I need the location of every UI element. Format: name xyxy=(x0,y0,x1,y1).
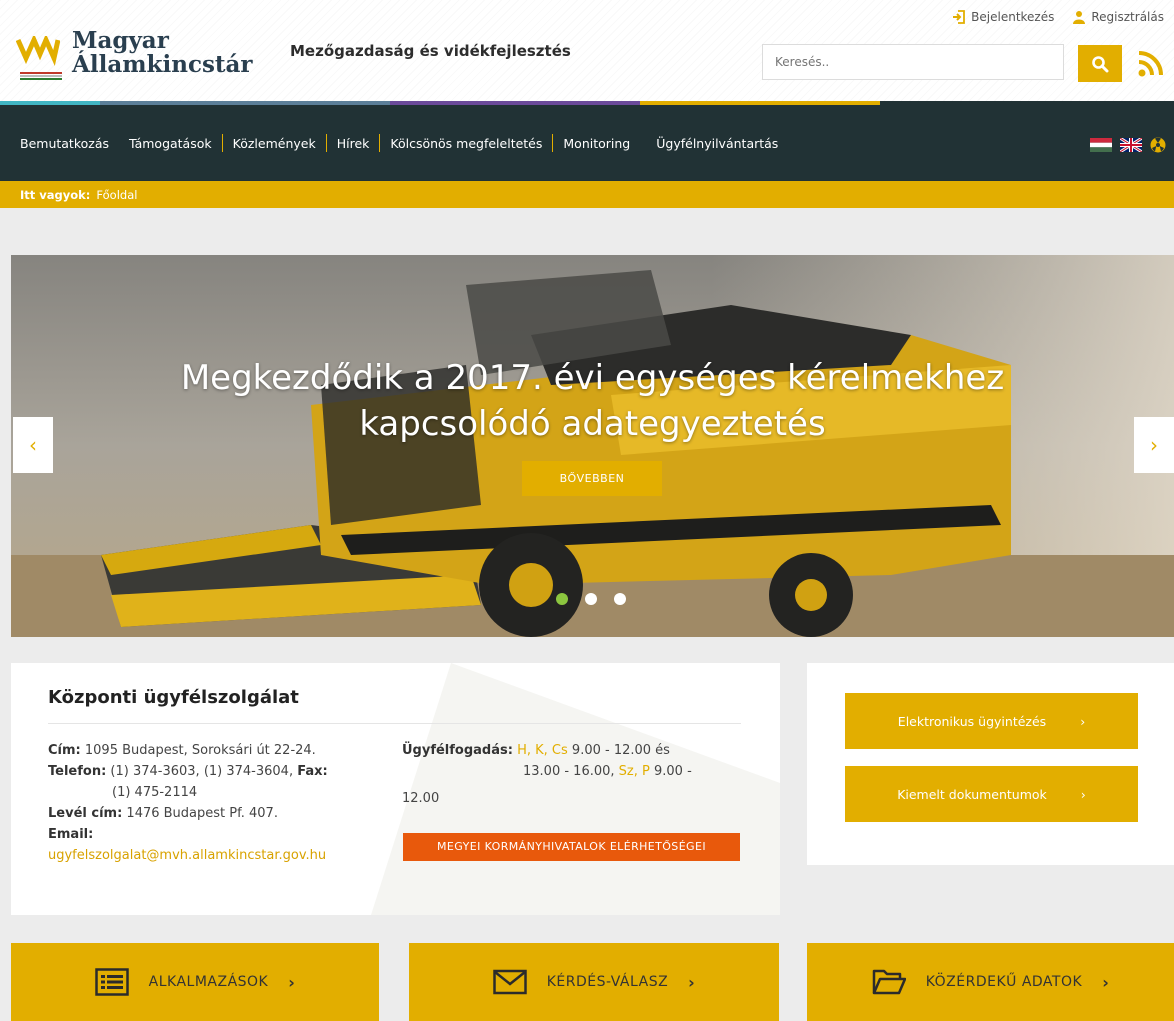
site-logo[interactable]: Magyar Államkincstár xyxy=(16,22,262,84)
email-link[interactable]: ugyfelszolgalat@mvh.allamkincstar.gov.hu xyxy=(48,845,378,866)
mail-value: 1476 Budapest Pf. 407. xyxy=(126,806,278,821)
electronic-services-label: Elektronikus ügyintézés xyxy=(897,713,1047,729)
logo-icon xyxy=(16,36,60,66)
divider xyxy=(48,723,741,724)
slider-dot[interactable] xyxy=(556,593,568,605)
address-label: Cím: xyxy=(48,743,81,758)
hours-days-1: H, K, Cs xyxy=(517,743,568,758)
chevron-right-icon: › xyxy=(1102,972,1110,992)
applications-tile[interactable]: ALKALMAZÁSOK › xyxy=(11,943,379,1021)
nav-item-bemutatkozas[interactable]: Bemutatkozás xyxy=(20,136,119,151)
hero-title-line-2: kapcsolódó adategyeztetés xyxy=(359,404,826,444)
logo-line-1: Magyar xyxy=(72,26,169,54)
electronic-services-button[interactable]: Elektronikus ügyintézés › xyxy=(845,693,1138,749)
login-link[interactable]: Bejelentkezés xyxy=(952,10,1054,24)
faq-label: KÉRDÉS-VÁLASZ xyxy=(546,974,669,990)
main-navigation: Bemutatkozás Támogatások Közlemények Hír… xyxy=(0,105,1174,181)
contact-details: Cím: 1095 Budapest, Soroksári út 22-24. … xyxy=(48,740,378,866)
breadcrumb-current[interactable]: Főoldal xyxy=(96,188,137,202)
hours-time-3: 9.00 - xyxy=(654,764,692,779)
envelope-icon xyxy=(492,969,527,995)
hours-days-2: Sz, P xyxy=(618,764,650,779)
register-link[interactable]: Regisztrálás xyxy=(1072,10,1164,24)
quick-links-panel: Elektronikus ügyintézés › Kiemelt dokume… xyxy=(807,663,1174,865)
account-links: Bejelentkezés Regisztrálás xyxy=(952,10,1164,24)
panel-title: Központi ügyfélszolgálat xyxy=(48,687,299,708)
breadcrumb: Itt vagyok: Főoldal xyxy=(0,181,1174,208)
hero-title-line-1: Megkezdődik a 2017. évi egységes kérelme… xyxy=(180,358,1005,398)
hungarian-flag-icon[interactable] xyxy=(1090,138,1112,152)
chevron-right-icon: › xyxy=(688,972,696,992)
slider-dots xyxy=(556,593,626,605)
mail-label: Levél cím: xyxy=(48,806,123,821)
featured-documents-button[interactable]: Kiemelt dokumentumok › xyxy=(845,766,1138,822)
applications-label: ALKALMAZÁSOK xyxy=(148,974,269,990)
faq-tile[interactable]: KÉRDÉS-VÁLASZ › xyxy=(409,943,779,1021)
county-offices-button[interactable]: MEGYEI KORMÁNYHIVATALOK ELÉRHETŐSÉGEI xyxy=(403,833,740,861)
logo-line-2: Államkincstár xyxy=(72,51,253,78)
hours-time-1: 9.00 - 12.00 és xyxy=(571,743,670,758)
slider-dot[interactable] xyxy=(614,593,626,605)
folder-open-icon xyxy=(872,969,906,995)
phone-label: Telefon: xyxy=(48,764,107,779)
logo-stripes xyxy=(20,72,62,80)
slider-prev-button[interactable]: ‹ xyxy=(13,417,53,473)
hero-slider: Megkezdődik a 2017. évi egységes kérelme… xyxy=(11,255,1174,637)
site-subtitle: Mezőgazdaság és vidékfejlesztés xyxy=(290,42,571,60)
nav-item-kolcsonos-megfeleltetes[interactable]: Kölcsönös megfeleltetés xyxy=(380,136,552,151)
public-data-tile[interactable]: KÖZÉRDEKŰ ADATOK › xyxy=(807,943,1174,1021)
hero-title: Megkezdődik a 2017. évi egységes kérelme… xyxy=(11,355,1174,447)
breadcrumb-label: Itt vagyok: xyxy=(20,187,91,202)
search-input[interactable] xyxy=(762,44,1064,80)
nav-item-ugyfelnyilvantartas[interactable]: Ügyfélnyilvántartás xyxy=(640,136,788,151)
hero-more-button[interactable]: BŐVEBBEN xyxy=(522,461,662,496)
hours-time-4: 12.00 xyxy=(402,791,440,806)
customer-service-panel: Központi ügyfélszolgálat Cím: 1095 Budap… xyxy=(11,663,780,915)
slider-dot[interactable] xyxy=(585,593,597,605)
hours-label: Ügyfélfogadás: xyxy=(402,743,513,758)
fax-value: (1) 475-2114 xyxy=(112,785,198,800)
user-icon xyxy=(1073,11,1086,24)
login-label: Bejelentkezés xyxy=(971,10,1055,24)
search-icon xyxy=(1092,55,1109,72)
opening-hours: Ügyfélfogadás: H, K, Cs 9.00 - 12.00 és … xyxy=(402,740,742,809)
accessibility-icon[interactable] xyxy=(1150,137,1166,153)
chevron-right-icon: › xyxy=(1080,786,1086,802)
public-data-label: KÖZÉRDEKŰ ADATOK xyxy=(925,974,1083,990)
address-value: 1095 Budapest, Soroksári út 22-24. xyxy=(84,743,316,758)
nav-item-hirek[interactable]: Hírek xyxy=(327,136,380,151)
login-icon xyxy=(953,10,966,24)
site-header: Magyar Államkincstár Mezőgazdaság és vid… xyxy=(0,0,1174,104)
nav-item-tamogatasok[interactable]: Támogatások xyxy=(119,136,222,151)
nav-item-monitoring[interactable]: Monitoring xyxy=(553,136,640,151)
email-label: Email: xyxy=(48,827,94,842)
uk-flag-icon[interactable] xyxy=(1120,138,1142,152)
list-icon xyxy=(94,968,129,996)
nav-item-kozlemenyek[interactable]: Közlemények xyxy=(223,136,326,151)
fax-label: Fax: xyxy=(297,764,328,779)
search-button[interactable] xyxy=(1078,45,1122,82)
featured-documents-label: Kiemelt dokumentumok xyxy=(897,786,1047,802)
rss-icon[interactable] xyxy=(1136,50,1166,78)
slider-next-button[interactable]: › xyxy=(1134,417,1174,473)
phone-value: (1) 374-3603, (1) 374-3604, xyxy=(110,764,294,779)
hours-time-2: 13.00 - 16.00, xyxy=(523,764,615,779)
chevron-right-icon: › xyxy=(288,972,296,992)
register-label: Regisztrálás xyxy=(1091,10,1164,24)
chevron-right-icon: › xyxy=(1080,713,1086,729)
